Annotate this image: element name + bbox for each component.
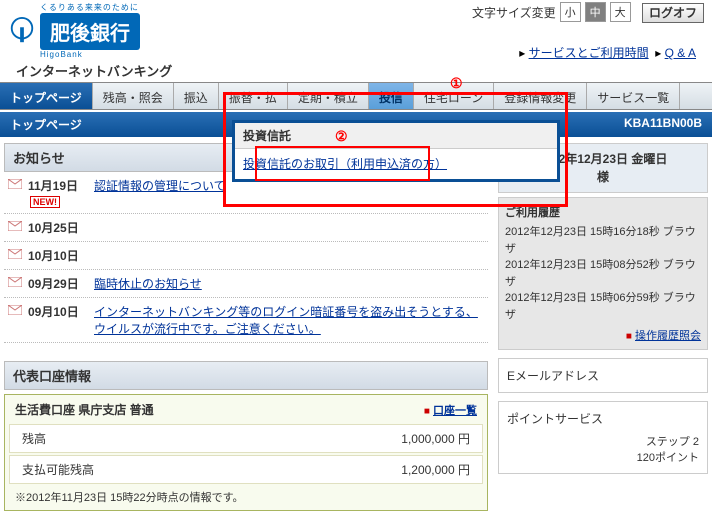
news-link[interactable]: 臨時休止のお知らせ [94, 277, 202, 291]
history-row: 2012年12月23日 15時06分59秒 ブラウザ [505, 290, 701, 323]
account-list-link[interactable]: 口座一覧 [433, 405, 477, 417]
news-row: 10月10日 [4, 242, 488, 270]
history-row: 2012年12月23日 15時08分52秒 ブラウザ [505, 257, 701, 290]
bank-name-en: HigoBank [40, 50, 140, 59]
account-name: 生活費口座 県庁支店 普通 [15, 401, 154, 418]
account-row-label: 支払可能残高 [22, 461, 94, 478]
bank-tagline: くるりある来来のために [40, 2, 140, 13]
toushin-transaction-link[interactable]: 投資信託のお取引（利用申込済の方） [243, 157, 447, 171]
new-badge: NEW! [30, 196, 60, 208]
account-row-value: 1,000,000 円 [401, 430, 470, 447]
news-row: 10月25日 [4, 214, 488, 242]
email-title: Eメールアドレス [507, 367, 699, 384]
history-detail-link[interactable]: 操作履歴照会 [635, 330, 701, 342]
account-heading: 代表口座情報 [4, 361, 488, 390]
mail-icon [8, 179, 22, 189]
news-link[interactable]: 認証情報の管理について [94, 179, 226, 193]
arrow-icon: ▸ [655, 46, 664, 60]
news-heading: お知らせ [13, 148, 65, 167]
account-row-value: 1,200,000 円 [401, 461, 470, 478]
font-small-button[interactable]: 小 [560, 2, 581, 22]
logoff-button[interactable]: ログオフ [642, 3, 704, 23]
nav-teiki[interactable]: 定期・積立 [288, 83, 369, 109]
nav-register[interactable]: 登録情報変更 [494, 83, 587, 109]
news-date: 10月10日 [28, 247, 88, 264]
nav-balance[interactable]: 残高・照会 [93, 83, 174, 109]
point-title: ポイントサービス [507, 410, 699, 427]
bank-logo-icon [8, 17, 36, 45]
service-hours-link[interactable]: サービスとご利用時間 [529, 46, 649, 60]
main-nav: トップページ 残高・照会 振込 振替・払 定期・積立 投信 住宅ローン 登録情報… [0, 82, 712, 110]
news-date: 09月10日 [28, 303, 88, 320]
annotation-2: ② [335, 128, 348, 145]
font-large-button[interactable]: 大 [610, 2, 631, 22]
history-row: 2012年12月23日 15時16分18秒 ブラウザ [505, 224, 701, 257]
nav-top[interactable]: トップページ [0, 83, 93, 109]
history-title: ご利用履歴 [505, 204, 701, 220]
dropdown-title: 投資信託 [235, 123, 557, 149]
font-size-label: 文字サイズ変更 [472, 4, 556, 21]
toushin-dropdown: 投資信託 投資信託のお取引（利用申込済の方） [232, 120, 560, 182]
nav-services[interactable]: サービス一覧 [587, 83, 680, 109]
account-note: ※2012年11月23日 15時22分時点の情報です。 [7, 486, 485, 508]
news-date: 11月19日 NEW! [28, 177, 88, 208]
service-subtitle: インターネットバンキング [16, 61, 172, 80]
nav-toushin[interactable]: 投信 [369, 83, 414, 109]
account-row-label: 残高 [22, 430, 46, 447]
point-value: 120ポイント [637, 449, 699, 465]
page-code: KBA11BN00B [624, 116, 702, 133]
nav-furikae[interactable]: 振替・払 [219, 83, 288, 109]
news-row: 09月10日インターネットバンキング等のログイン暗証番号を盗み出そうとする、ウイ… [4, 298, 488, 343]
qa-link[interactable]: Q & A [665, 46, 696, 60]
nav-transfer[interactable]: 振込 [174, 83, 219, 109]
page-title: トップページ [10, 116, 82, 133]
annotation-1: ① [450, 75, 463, 92]
bank-name: 肥後銀行 [40, 13, 140, 50]
account-row: 残高 1,000,000 円 [9, 424, 483, 453]
mail-icon [8, 249, 22, 259]
news-date: 10月25日 [28, 219, 88, 236]
news-row: 09月29日臨時休止のお知らせ [4, 270, 488, 298]
mail-icon [8, 221, 22, 231]
news-date: 09月29日 [28, 275, 88, 292]
mail-icon [8, 277, 22, 287]
arrow-icon: ▸ [519, 46, 528, 60]
account-row: 支払可能残高 1,200,000 円 [9, 455, 483, 484]
font-mid-button[interactable]: 中 [585, 2, 606, 22]
mail-icon [8, 305, 22, 315]
point-step: ステップ 2 [637, 433, 699, 449]
news-link[interactable]: インターネットバンキング等のログイン暗証番号を盗み出そうとする、ウイルスが流行中… [94, 305, 478, 336]
